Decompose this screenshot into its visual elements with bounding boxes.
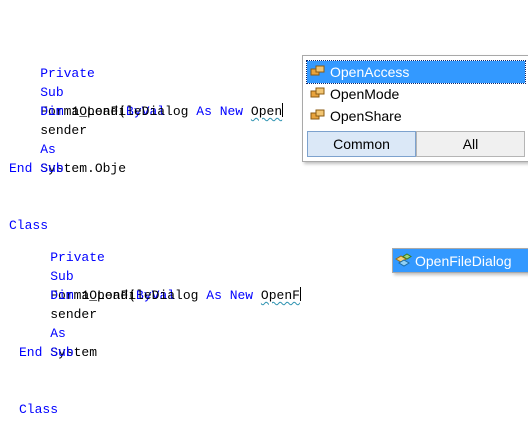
keyword-as: As: [40, 142, 56, 157]
intellisense-popup[interactable]: OpenAccess OpenMode OpenShare Common All: [302, 55, 528, 162]
keyword-dim: Dim: [40, 104, 64, 119]
keyword-end: End: [9, 161, 33, 176]
code-line-4: Class: [19, 400, 301, 419]
code-snippet-bottom[interactable]: Private Sub Form1_Load(ByVal sender As S…: [19, 191, 301, 438]
code-line-1: Private Sub Form1_Load(ByVal sender As S…: [19, 229, 301, 360]
completion-list[interactable]: OpenAccess OpenMode OpenShare: [303, 56, 528, 129]
completion-item-openshare[interactable]: OpenShare: [307, 105, 525, 127]
keyword-sub: Sub: [50, 345, 74, 360]
keyword-as: As: [196, 104, 212, 119]
enum-icon: [310, 87, 330, 101]
completion-filter-tabs: Common All: [307, 131, 525, 157]
class-icon: [393, 252, 415, 269]
code-line-1: Private Sub Form1_Load(ByVal sender As S…: [9, 45, 283, 176]
keyword-class: Class: [19, 402, 59, 417]
typed-text[interactable]: OpenF: [261, 288, 300, 303]
tab-all[interactable]: All: [416, 131, 525, 157]
code-line-2: Dim aOpenFileDialog As New OpenF: [19, 286, 301, 305]
param-name: sender: [50, 307, 98, 322]
keyword-private: Private: [50, 250, 105, 265]
enum-icon: [310, 109, 330, 123]
keyword-sub: Sub: [50, 269, 74, 284]
text-caret: [299, 287, 301, 301]
completion-item-openmode[interactable]: OpenMode: [307, 83, 525, 105]
code-line-2: Dim aOpenFileDialog As New Open: [9, 102, 284, 121]
typed-text[interactable]: Open: [251, 104, 282, 119]
enum-icon: [310, 65, 330, 79]
keyword-sub: Sub: [40, 85, 64, 100]
code-line-3: End Sub: [9, 159, 283, 178]
completion-item-label: OpenAccess: [330, 64, 410, 80]
keyword-sub: Sub: [40, 161, 64, 176]
completion-item-label: OpenShare: [330, 108, 402, 124]
keyword-new: New: [219, 104, 244, 119]
text-caret: [282, 103, 284, 117]
code-line-3: End Sub: [19, 343, 301, 362]
completion-item-openaccess[interactable]: OpenAccess: [306, 60, 526, 84]
param-name: sender: [40, 123, 88, 138]
keyword-end: End: [19, 345, 43, 360]
variable-name: aOpenFileDialog: [71, 104, 189, 119]
variable-name: aOpenFileDialog: [81, 288, 199, 303]
keyword-dim: Dim: [50, 288, 74, 303]
tab-common[interactable]: Common: [307, 131, 416, 157]
completion-item-label: OpenFileDialog: [415, 252, 512, 269]
completion-item-label: OpenMode: [330, 86, 400, 102]
keyword-new: New: [229, 288, 254, 303]
keyword-private: Private: [40, 66, 95, 81]
keyword-as: As: [50, 326, 66, 341]
completion-item-openfiledialog[interactable]: OpenFileDialog: [392, 248, 528, 273]
keyword-as: As: [206, 288, 222, 303]
